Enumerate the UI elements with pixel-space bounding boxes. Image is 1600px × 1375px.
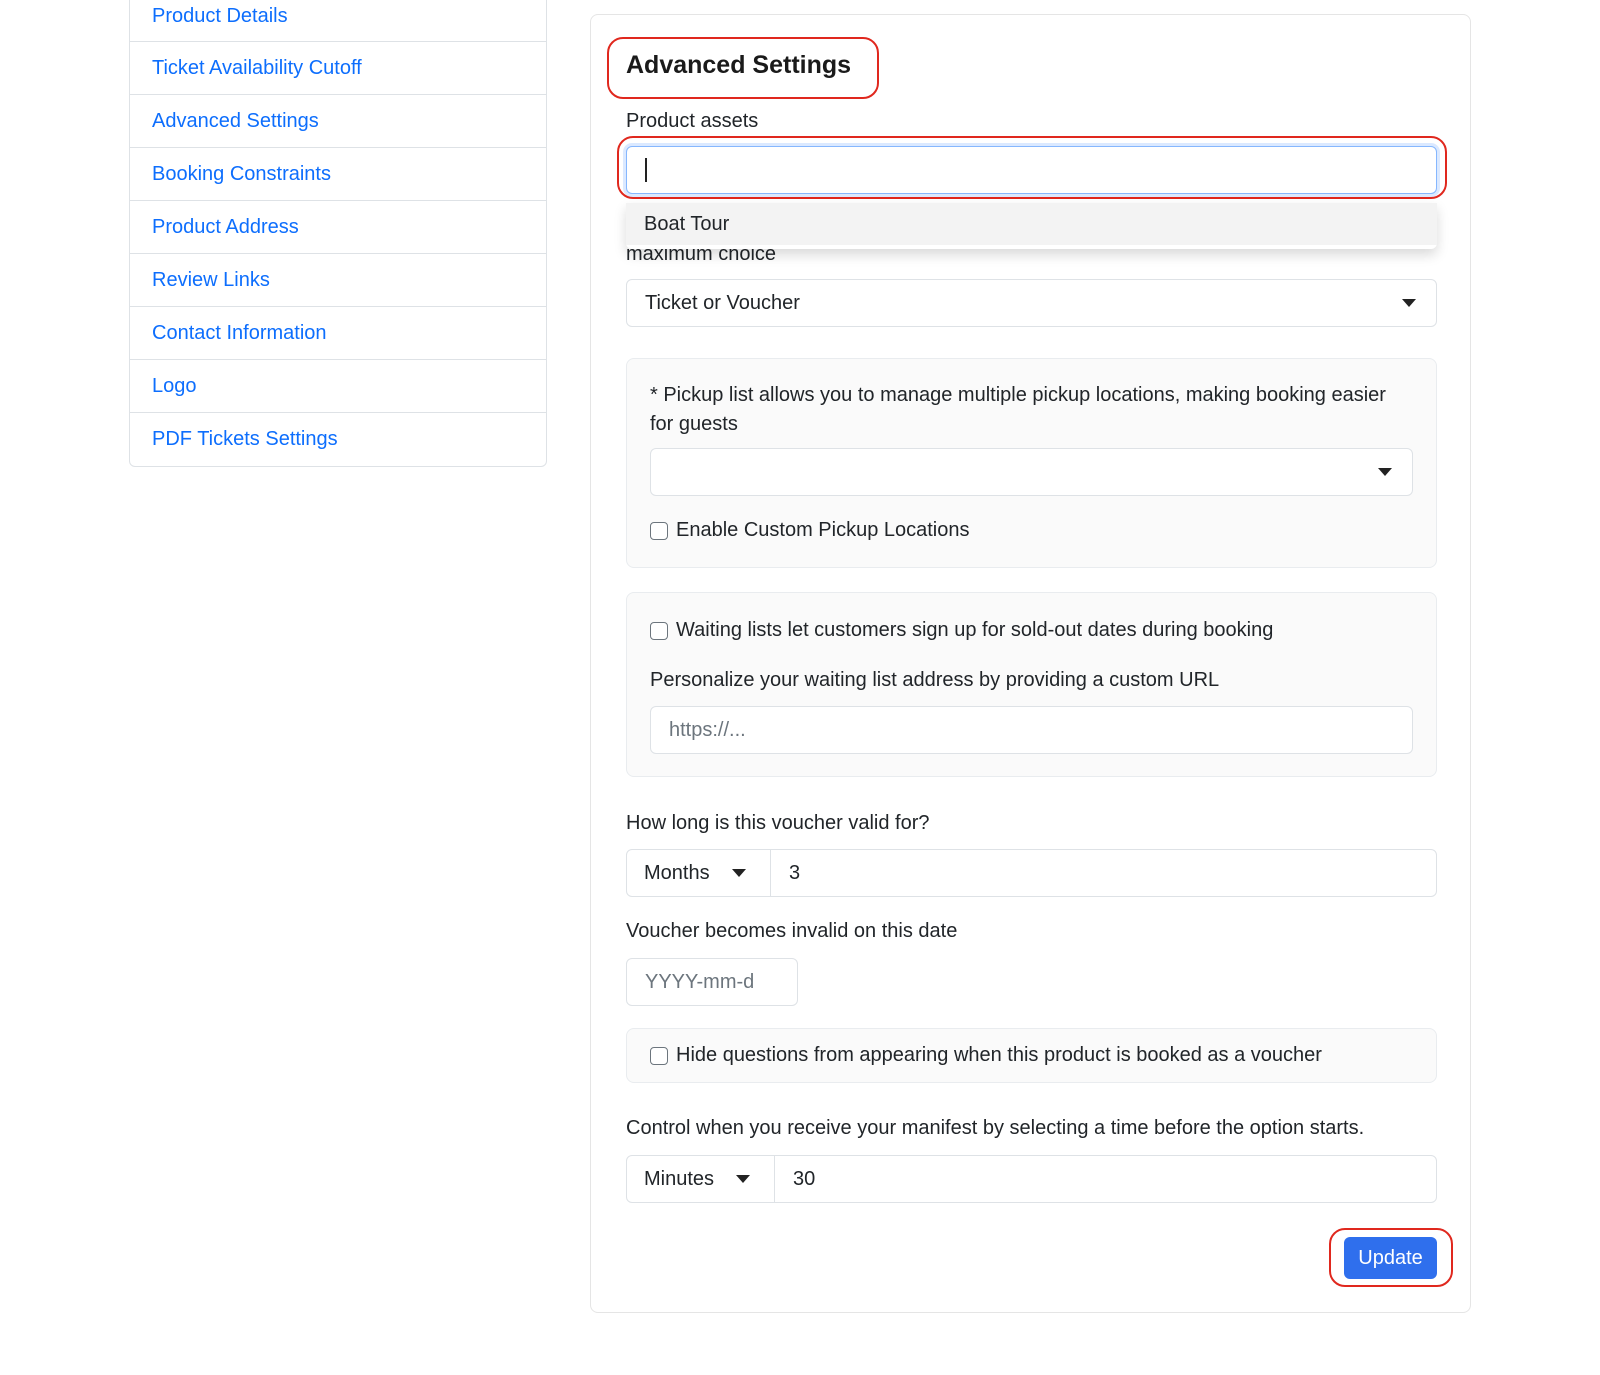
voucher-invalid-date-label: Voucher becomes invalid on this date bbox=[626, 920, 958, 942]
product-assets-dropdown: Boat Tour bbox=[626, 203, 1437, 249]
sidebar-item-review-links[interactable]: Review Links bbox=[130, 254, 546, 307]
waiting-list-row: Waiting lists let customers sign up for … bbox=[650, 619, 1273, 642]
hide-questions-checkbox[interactable] bbox=[650, 1046, 668, 1065]
sidebar-item-logo[interactable]: Logo bbox=[130, 360, 546, 413]
text-cursor bbox=[645, 158, 647, 182]
hide-questions-label: Hide questions from appearing when this … bbox=[676, 1044, 1322, 1066]
voucher-invalid-date-placeholder: YYYY-mm-d bbox=[645, 970, 755, 993]
sidebar-item-ticket-availability-cutoff[interactable]: Ticket Availability Cutoff bbox=[130, 42, 546, 95]
waiting-list-url-label: Personalize your waiting list address by… bbox=[650, 669, 1220, 691]
voucher-validity-group: Months 3 bbox=[626, 849, 1437, 897]
sidebar-item-advanced-settings[interactable]: Advanced Settings bbox=[130, 95, 546, 148]
voucher-validity-value: 3 bbox=[789, 861, 801, 884]
voucher-validity-unit-select[interactable]: Months bbox=[627, 850, 771, 896]
pickup-list-select[interactable] bbox=[650, 448, 1413, 496]
chevron-down-icon bbox=[736, 1175, 750, 1183]
chevron-down-icon bbox=[1402, 299, 1416, 307]
manifest-value: 30 bbox=[793, 1167, 816, 1190]
manifest-label: Control when you receive your manifest b… bbox=[626, 1117, 1365, 1139]
maximum-choice-value: Ticket or Voucher bbox=[645, 291, 800, 314]
manifest-input[interactable]: 30 bbox=[775, 1156, 1436, 1202]
custom-pickup-label: Enable Custom Pickup Locations bbox=[676, 519, 970, 541]
voucher-invalid-date-input[interactable]: YYYY-mm-d bbox=[626, 958, 798, 1006]
product-assets-label: Product assets bbox=[626, 110, 759, 132]
waiting-list-label: Waiting lists let customers sign up for … bbox=[676, 619, 1274, 641]
waiting-list-panel: Waiting lists let customers sign up for … bbox=[626, 592, 1437, 777]
voucher-validity-label: How long is this voucher valid for? bbox=[626, 812, 930, 834]
sidebar-item-booking-constraints[interactable]: Booking Constraints bbox=[130, 148, 546, 201]
chevron-down-icon bbox=[732, 869, 746, 877]
product-assets-input[interactable] bbox=[626, 146, 1437, 194]
update-button[interactable]: Update bbox=[1344, 1237, 1437, 1279]
sidebar-item-product-details[interactable]: Product Details bbox=[130, 0, 546, 42]
maximum-choice-select[interactable]: Ticket or Voucher bbox=[626, 279, 1437, 327]
chevron-down-icon bbox=[1378, 468, 1392, 476]
hide-questions-row: Hide questions from appearing when this … bbox=[650, 1044, 1322, 1067]
waiting-list-url-input[interactable]: https://... bbox=[650, 706, 1413, 754]
custom-pickup-checkbox[interactable] bbox=[650, 521, 668, 540]
sidebar-item-contact-information[interactable]: Contact Information bbox=[130, 307, 546, 360]
sidebar-item-pdf-tickets-settings[interactable]: PDF Tickets Settings bbox=[130, 413, 546, 466]
pickup-panel: * Pickup list allows you to manage multi… bbox=[626, 358, 1437, 568]
page-title: Advanced Settings bbox=[626, 51, 852, 79]
waiting-list-checkbox[interactable] bbox=[650, 621, 668, 640]
pickup-description: * Pickup list allows you to manage multi… bbox=[650, 384, 1386, 435]
voucher-validity-unit: Months bbox=[644, 861, 710, 884]
dropdown-option-boat-tour[interactable]: Boat Tour bbox=[626, 203, 1437, 245]
settings-sidebar: Product Details Ticket Availability Cuto… bbox=[129, 0, 547, 467]
waiting-list-url-placeholder: https://... bbox=[669, 718, 746, 741]
manifest-unit-select[interactable]: Minutes bbox=[627, 1156, 775, 1202]
manifest-unit: Minutes bbox=[644, 1167, 715, 1190]
voucher-validity-input[interactable]: 3 bbox=[771, 850, 1436, 896]
custom-pickup-row: Enable Custom Pickup Locations bbox=[650, 519, 970, 542]
sidebar-item-product-address[interactable]: Product Address bbox=[130, 201, 546, 254]
hide-questions-panel: Hide questions from appearing when this … bbox=[626, 1028, 1437, 1083]
advanced-settings-card: Advanced Settings Product assets maximum… bbox=[590, 14, 1471, 1313]
manifest-group: Minutes 30 bbox=[626, 1155, 1437, 1203]
